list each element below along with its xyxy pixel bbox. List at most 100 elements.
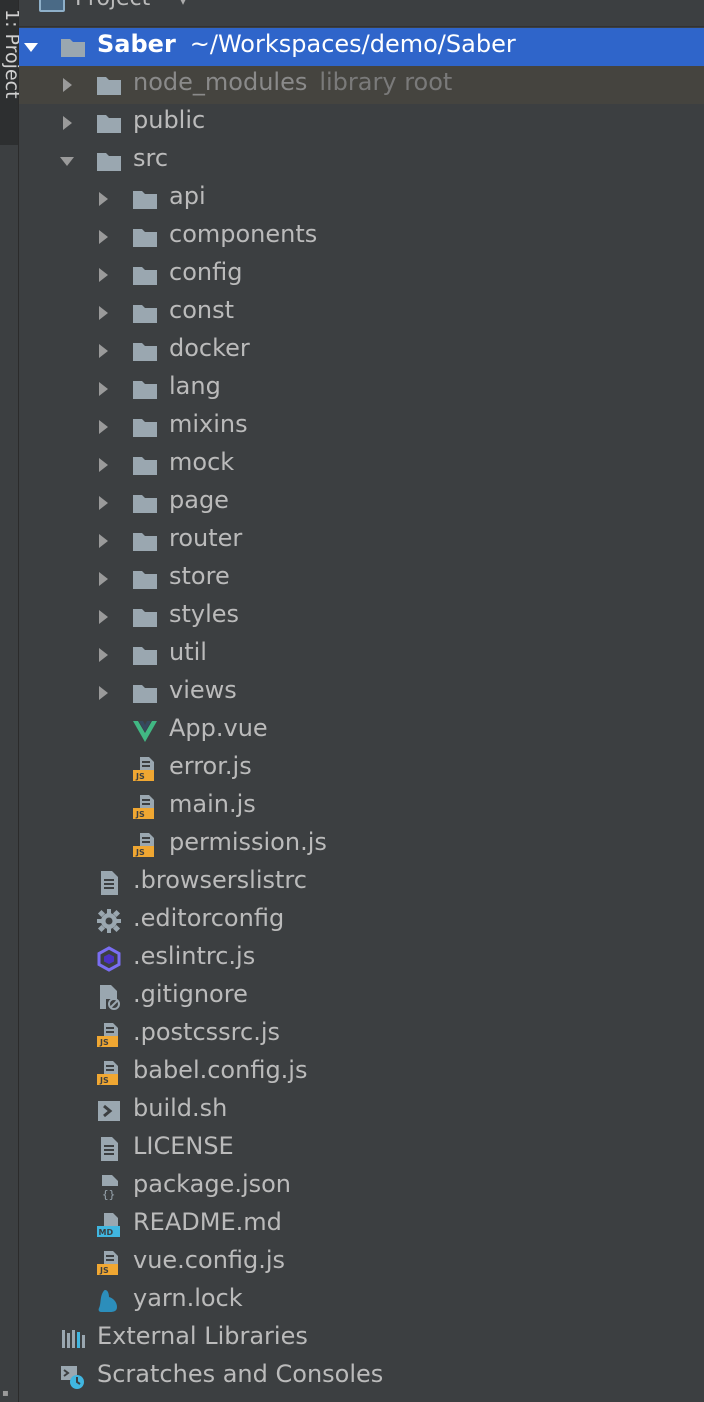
chevron-down-icon[interactable]: ▾ — [179, 0, 187, 9]
js-file-icon: JS — [132, 756, 158, 782]
node-label: docker — [169, 334, 250, 362]
expanded-arrow-icon[interactable] — [23, 39, 39, 55]
shell-script-icon — [96, 1098, 122, 1124]
tree-node-file[interactable]: JS vue.config.js — [19, 1244, 704, 1282]
tree-node-file[interactable]: JS babel.config.js — [19, 1054, 704, 1092]
tree-node-file[interactable]: .browserslistrc — [19, 864, 704, 902]
tree-node-file[interactable]: App.vue — [19, 712, 704, 750]
node-label: styles — [169, 600, 239, 628]
node-label: mixins — [169, 410, 248, 438]
node-label: permission.js — [169, 828, 327, 856]
tree-node-root[interactable]: Saber ~/Workspaces/demo/Saber — [19, 28, 704, 66]
tree-node-file[interactable]: build.sh — [19, 1092, 704, 1130]
collapsed-arrow-icon[interactable] — [95, 571, 111, 587]
node-name: docker — [169, 334, 250, 362]
node-name: .eslintrc.js — [133, 942, 256, 970]
node-label: api — [169, 182, 206, 210]
collapsed-arrow-icon[interactable] — [95, 343, 111, 359]
tree-node-src-router[interactable]: router — [19, 522, 704, 560]
node-name: src — [133, 144, 169, 172]
folder-icon — [132, 490, 158, 516]
tree-node-file[interactable]: JS main.js — [19, 788, 704, 826]
collapsed-arrow-icon[interactable] — [95, 685, 111, 701]
root-path: ~/Workspaces/demo/Saber — [189, 30, 516, 58]
collapsed-arrow-icon[interactable] — [59, 115, 75, 131]
folder-icon — [132, 262, 158, 288]
tree-node-src-mixins[interactable]: mixins — [19, 408, 704, 446]
node-label: src — [133, 144, 168, 172]
collapsed-arrow-icon[interactable] — [95, 533, 111, 549]
collapsed-arrow-icon[interactable] — [95, 191, 111, 207]
node-label: package.json — [133, 1170, 291, 1198]
js-file-icon: JS — [96, 1022, 122, 1048]
text-file-icon — [96, 1136, 122, 1162]
node-label: page — [169, 486, 229, 514]
expanded-arrow-icon[interactable] — [59, 153, 75, 169]
folder-icon — [132, 566, 158, 592]
node-name: .browserslistrc — [133, 866, 307, 894]
tree-node-file[interactable]: JS error.js — [19, 750, 704, 788]
tree-node-src-components[interactable]: components — [19, 218, 704, 256]
tree-node-src-views[interactable]: views — [19, 674, 704, 712]
tree-node-file[interactable]: .eslintrc.js — [19, 940, 704, 978]
collapsed-arrow-icon[interactable] — [95, 229, 111, 245]
collapsed-arrow-icon[interactable] — [95, 495, 111, 511]
collapsed-arrow-icon[interactable] — [95, 381, 111, 397]
svg-text:JS: JS — [99, 1266, 109, 1275]
tree-node-src-docker[interactable]: docker — [19, 332, 704, 370]
tree-node-src-config[interactable]: config — [19, 256, 704, 294]
node-name: mock — [169, 448, 235, 476]
tree-node-src-page[interactable]: page — [19, 484, 704, 522]
collapsed-arrow-icon[interactable] — [95, 305, 111, 321]
tree-node-file[interactable]: LICENSE — [19, 1130, 704, 1168]
tree-node-src-styles[interactable]: styles — [19, 598, 704, 636]
tree-node-src[interactable]: src — [19, 142, 704, 180]
tree-node-scratches[interactable]: Scratches and Consoles — [19, 1358, 704, 1396]
tree-node-file[interactable]: MD README.md — [19, 1206, 704, 1244]
js-file-icon: JS — [96, 1250, 122, 1276]
collapsed-arrow-icon[interactable] — [59, 77, 75, 93]
tree-node-node-modules[interactable]: node_modules library root — [19, 66, 704, 104]
tree-node-src-api[interactable]: api — [19, 180, 704, 218]
node-label: .browserslistrc — [133, 866, 307, 894]
tree-node-file[interactable]: yarn.lock — [19, 1282, 704, 1320]
tree-node-src-store[interactable]: store — [19, 560, 704, 598]
tree-node-file[interactable]: {} package.json — [19, 1168, 704, 1206]
collapsed-arrow-icon[interactable] — [95, 647, 111, 663]
node-label: App.vue — [169, 714, 268, 742]
node-label: router — [169, 524, 242, 552]
tree-node-src-lang[interactable]: lang — [19, 370, 704, 408]
node-label: config — [169, 258, 242, 286]
collapsed-arrow-icon[interactable] — [95, 457, 111, 473]
tree-node-public[interactable]: public — [19, 104, 704, 142]
tree-node-src-mock[interactable]: mock — [19, 446, 704, 484]
project-view-title[interactable]: Project — [75, 0, 150, 11]
node-label: .gitignore — [133, 980, 248, 1008]
tree-node-src-util[interactable]: util — [19, 636, 704, 674]
vue-icon — [132, 718, 158, 744]
folder-icon — [132, 680, 158, 706]
node-name: router — [169, 524, 243, 552]
tree-node-external-libraries[interactable]: External Libraries — [19, 1320, 704, 1358]
collapsed-arrow-icon[interactable] — [95, 609, 111, 625]
node-name: babel.config.js — [133, 1056, 308, 1084]
node-label: README.md — [133, 1208, 282, 1236]
tree-node-file[interactable]: JS permission.js — [19, 826, 704, 864]
node-name: yarn.lock — [133, 1284, 243, 1312]
node-label: views — [169, 676, 237, 704]
node-name: Saber — [97, 30, 176, 58]
collapsed-arrow-icon[interactable] — [95, 419, 111, 435]
text-file-icon — [96, 870, 122, 896]
tree-node-file[interactable]: JS .postcssrc.js — [19, 1016, 704, 1054]
tree-node-file[interactable]: .editorconfig — [19, 902, 704, 940]
yarn-icon — [96, 1288, 122, 1314]
collapsed-arrow-icon[interactable] — [95, 267, 111, 283]
js-file-icon: JS — [132, 794, 158, 820]
tree-node-src-const[interactable]: const — [19, 294, 704, 332]
folder-icon — [132, 414, 158, 440]
node-label: components — [169, 220, 317, 248]
node-name: const — [169, 296, 235, 324]
folder-icon — [132, 528, 158, 554]
project-tool-tab[interactable]: 1: Project — [0, 0, 23, 145]
tree-node-file[interactable]: .gitignore — [19, 978, 704, 1016]
